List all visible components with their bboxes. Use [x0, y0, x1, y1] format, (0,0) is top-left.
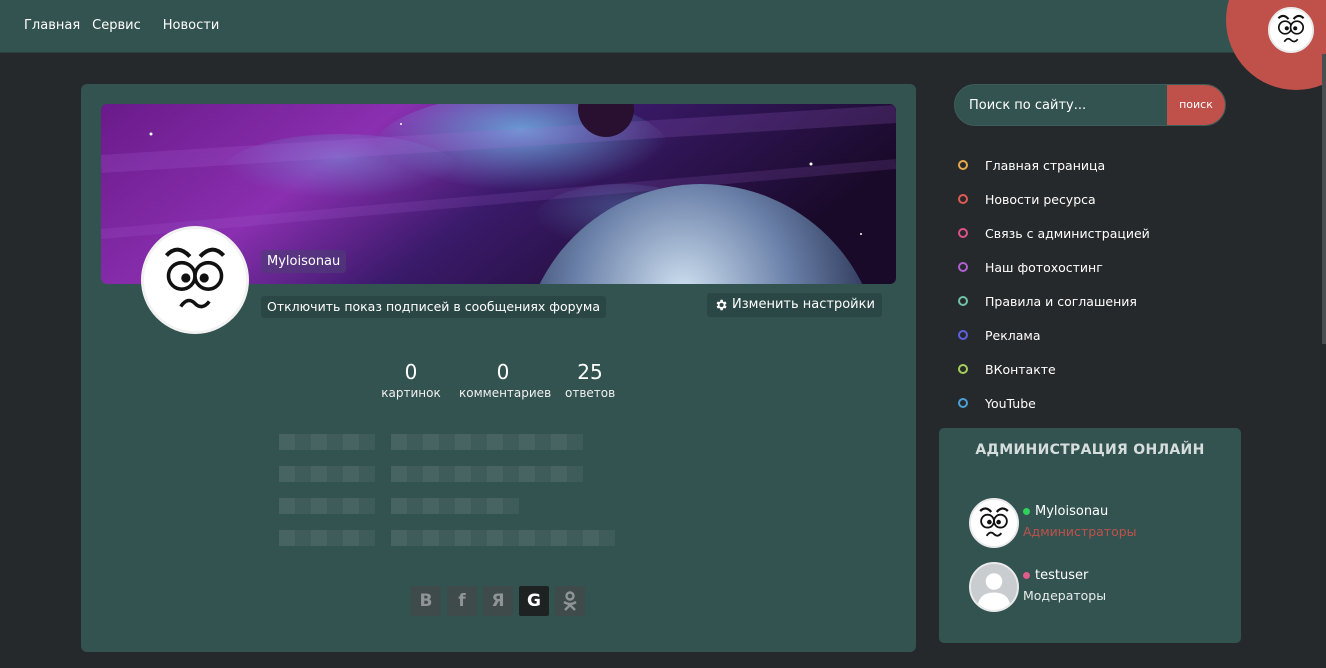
bullet-circle-icon	[958, 296, 968, 306]
sidebar-menu-item[interactable]: Главная страница	[958, 148, 1150, 182]
stat-comments: 0 комментариев	[459, 360, 552, 402]
search-button[interactable]: поиск	[1167, 85, 1225, 125]
sidebar-menu-label: Связь с администрацией	[985, 225, 1150, 241]
bullet-circle-icon	[958, 160, 968, 170]
user-menu-avatar[interactable]	[1268, 7, 1314, 53]
social-login-buttons: В f Я G	[411, 586, 591, 616]
blurred-info-value	[391, 434, 583, 450]
page-scrollbar[interactable]	[1322, 54, 1326, 344]
bullet-circle-icon	[958, 364, 968, 374]
profile-avatar[interactable]	[141, 226, 249, 334]
profile-card: Myloisonau Отключить показ подписей в со…	[81, 84, 916, 652]
stat-replies-value: 25	[577, 360, 603, 384]
odnoklassniki-glyph-icon	[563, 591, 577, 611]
sidebar-menu-label: Реклама	[985, 327, 1041, 343]
gear-icon	[716, 299, 727, 311]
top-navbar: Главная Сервис Новости	[0, 0, 1326, 53]
yandex-icon[interactable]: Я	[483, 586, 513, 616]
sidebar-menu-item[interactable]: Правила и соглашения	[958, 284, 1150, 318]
sidebar-menu-item[interactable]: YouTube	[958, 386, 1150, 420]
sidebar-menu-item[interactable]: Связь с администрацией	[958, 216, 1150, 250]
bullet-circle-icon	[958, 194, 968, 204]
sidebar-menu-label: Правила и соглашения	[985, 293, 1137, 309]
sidebar-menu-label: Новости ресурса	[985, 191, 1096, 207]
sidebar-menu-label: Главная страница	[985, 157, 1106, 173]
bullet-circle-icon	[958, 398, 968, 408]
main-nav: Главная Сервис Новости	[24, 18, 231, 33]
worried-face-icon	[1270, 9, 1312, 51]
blurred-info-value	[391, 530, 615, 546]
stat-comments-value: 0	[496, 360, 510, 384]
nav-service-link[interactable]: Сервис	[92, 18, 141, 33]
odnoklassniki-icon[interactable]	[555, 586, 585, 616]
facebook-icon[interactable]: f	[447, 586, 477, 616]
stat-replies-label: ответов	[565, 386, 616, 400]
admin-panel-title: АДМИНИСТРАЦИЯ ОНЛАЙН	[975, 442, 1205, 458]
worried-face-icon	[144, 229, 246, 331]
member-group: Модераторы	[1023, 588, 1107, 603]
member-group: Администраторы	[1023, 524, 1137, 539]
sidebar-menu-item[interactable]: ВКонтакте	[958, 352, 1150, 386]
sidebar-menu-item[interactable]: Реклама	[958, 318, 1150, 352]
stat-images-label: картинок	[381, 386, 441, 400]
google-icon[interactable]: G	[519, 586, 549, 616]
admin-online-panel: АДМИНИСТРАЦИЯ ОНЛАЙН Myloisonau Админист…	[939, 428, 1241, 643]
worried-face-icon	[971, 500, 1017, 546]
sidebar-menu-item[interactable]: Наш фотохостинг	[958, 250, 1150, 284]
stat-images-value: 0	[404, 360, 418, 384]
blurred-info-label	[279, 530, 375, 546]
member-name[interactable]: Myloisonau	[1023, 504, 1108, 519]
sidebar-menu-label: Наш фотохостинг	[985, 259, 1103, 275]
search-input[interactable]	[969, 85, 1169, 125]
edit-settings-label: Изменить настройки	[732, 297, 875, 312]
site-search: поиск	[954, 84, 1226, 126]
member-name-text: testuser	[1035, 568, 1089, 583]
avatar[interactable]	[969, 498, 1019, 548]
default-user-icon	[971, 564, 1017, 610]
blurred-info-label	[279, 434, 375, 450]
member-name-text: Myloisonau	[1035, 504, 1109, 519]
online-member[interactable]: testuser Модераторы	[969, 562, 1209, 612]
sidebar-menu-label: YouTube	[985, 395, 1036, 411]
bullet-circle-icon	[958, 228, 968, 238]
signature-toggle-button[interactable]: Отключить показ подписей в сообщениях фо…	[261, 296, 607, 318]
blurred-info-value	[391, 498, 519, 514]
sidebar-menu-label: ВКонтакте	[985, 361, 1056, 377]
blurred-info-label	[279, 498, 375, 514]
vk-icon[interactable]: В	[411, 586, 441, 616]
edit-settings-button[interactable]: Изменить настройки	[707, 293, 882, 317]
stat-images: 0 картинок	[381, 360, 441, 402]
bullet-circle-icon	[958, 262, 968, 272]
blurred-info-label	[279, 466, 375, 482]
avatar[interactable]	[969, 562, 1019, 612]
online-status-dot	[1023, 508, 1030, 515]
sidebar-menu-item[interactable]: Новости ресурса	[958, 182, 1150, 216]
nav-home-link[interactable]: Главная	[24, 18, 80, 33]
blurred-info-value	[391, 466, 583, 482]
member-name[interactable]: testuser	[1023, 568, 1088, 583]
nav-news-link[interactable]: Новости	[163, 18, 220, 33]
profile-username: Myloisonau	[261, 250, 347, 273]
stat-replies: 25 ответов	[565, 360, 615, 402]
stat-comments-label: комментариев	[459, 386, 552, 400]
profile-stats: 0 картинок 0 комментариев 25 ответов	[381, 360, 624, 402]
sidebar-menu: Главная страница Новости ресурса Связь с а…	[958, 148, 1150, 420]
bullet-circle-icon	[958, 330, 968, 340]
online-member[interactable]: Myloisonau Администраторы	[969, 498, 1209, 548]
online-status-dot	[1023, 572, 1030, 579]
